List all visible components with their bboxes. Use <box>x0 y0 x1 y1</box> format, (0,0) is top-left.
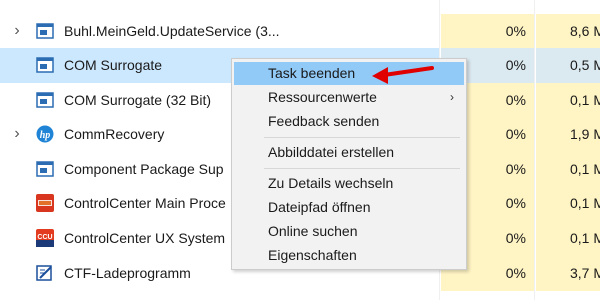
menu-item-label: Eigenschaften <box>268 247 357 263</box>
name-cell: › Buhl.MeinGeld.UpdateService (3... <box>0 14 439 49</box>
chevron-right-icon[interactable]: › <box>10 126 24 142</box>
cpu-value: 0% <box>505 57 526 73</box>
memory-cell: 0,5 M <box>536 48 600 83</box>
cpu-value: 0% <box>505 265 526 281</box>
memory-cell: 0,1 M <box>536 186 600 221</box>
svg-text:hp: hp <box>40 130 51 141</box>
memory-cell: 0,1 M <box>536 152 600 187</box>
memory-value: 0,1 M <box>570 92 600 108</box>
service-window-icon <box>36 57 54 73</box>
controlcenter-icon <box>36 194 54 212</box>
cpu-value: 0% <box>505 230 526 246</box>
menu-item-eigenschaften[interactable]: Eigenschaften <box>234 244 464 267</box>
memory-value: 0,1 M <box>570 195 600 211</box>
menu-item-online-suchen[interactable]: Online suchen <box>234 220 464 243</box>
menu-item-dateipfad-oeffnen[interactable]: Dateipfad öffnen <box>234 196 464 219</box>
service-window-icon <box>36 23 54 39</box>
cpu-value: 0% <box>505 23 526 39</box>
process-name: Buhl.MeinGeld.UpdateService (3... <box>64 23 280 39</box>
hp-logo-icon: hp <box>36 125 54 143</box>
chevron-right-icon[interactable]: › <box>10 23 24 39</box>
memory-value: 1,9 M <box>570 126 600 142</box>
cpu-value: 0% <box>505 126 526 142</box>
menu-item-zu-details-wechseln[interactable]: Zu Details wechseln <box>234 172 464 195</box>
memory-cell: 8,6 M <box>536 14 600 49</box>
cpu-cell: 0% <box>441 14 534 49</box>
menu-item-label: Ressourcenwerte <box>268 89 377 105</box>
menu-separator <box>264 168 460 169</box>
table-row[interactable]: › Buhl.MeinGeld.UpdateService (3... 0% 8… <box>0 14 600 49</box>
menu-item-abbilddatei-erstellen[interactable]: Abbilddatei erstellen <box>234 141 464 164</box>
ccu-icon: CCU <box>36 229 54 247</box>
process-name: CommRecovery <box>64 126 165 142</box>
memory-cell: 0,1 M <box>536 83 600 118</box>
menu-item-feedback-senden[interactable]: Feedback senden <box>234 110 464 133</box>
cpu-value: 0% <box>505 161 526 177</box>
annotation-arrow-icon <box>372 66 434 84</box>
menu-item-label: Zu Details wechseln <box>268 175 394 191</box>
cpu-value: 0% <box>505 92 526 108</box>
memory-value: 8,6 M <box>570 23 600 39</box>
menu-item-label: Feedback senden <box>268 113 380 129</box>
process-name: ControlCenter Main Proce <box>64 195 226 211</box>
memory-cell: 1,9 M <box>536 117 600 152</box>
memory-value: 3,7 M <box>570 265 600 281</box>
process-name: Component Package Sup <box>64 161 224 177</box>
menu-item-label: Abbilddatei erstellen <box>268 144 395 160</box>
service-window-icon <box>36 161 54 177</box>
process-name: CTF-Ladeprogramm <box>64 265 191 281</box>
menu-separator <box>264 137 460 138</box>
memory-value: 0,5 M <box>570 57 600 73</box>
chevron-right-icon: › <box>450 90 454 104</box>
memory-cell: 3,7 M <box>536 256 600 291</box>
svg-text:CCU: CCU <box>37 234 52 241</box>
menu-item-label: Task beenden <box>268 65 356 81</box>
process-name: ControlCenter UX System <box>64 230 226 246</box>
process-name: COM Surrogate (32 Bit) <box>64 92 212 108</box>
menu-item-label: Dateipfad öffnen <box>268 199 371 215</box>
menu-item-label: Online suchen <box>268 223 358 239</box>
memory-value: 0,1 M <box>570 161 600 177</box>
service-window-icon <box>36 92 54 108</box>
memory-value: 0,1 M <box>570 230 600 246</box>
ctf-loader-icon <box>36 265 52 281</box>
process-name: COM Surrogate <box>64 57 163 73</box>
cpu-value: 0% <box>505 195 526 211</box>
memory-cell: 0,1 M <box>536 221 600 256</box>
